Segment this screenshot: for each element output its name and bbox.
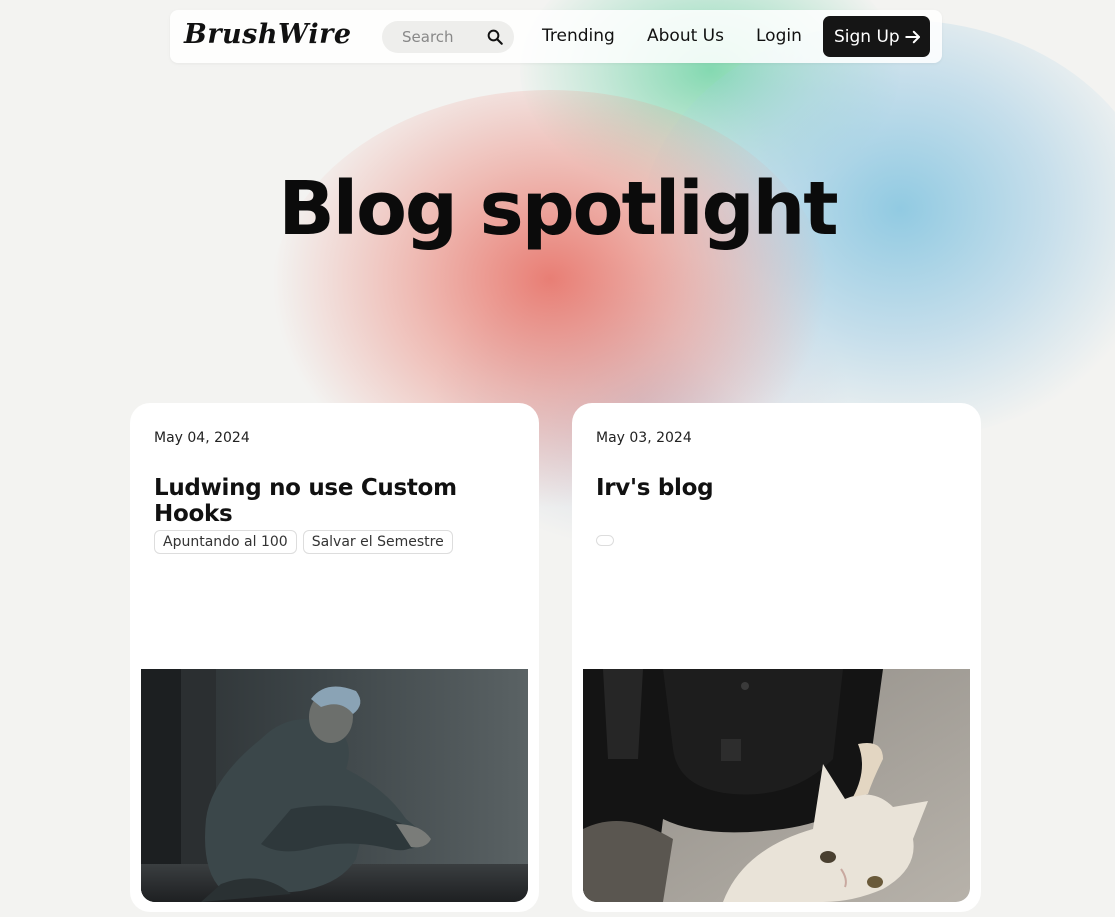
post-cover-image[interactable]	[141, 669, 528, 902]
brand-logo[interactable]: BrushWire	[184, 19, 352, 50]
nav-link-login[interactable]: Login	[756, 26, 802, 46]
cat-photo-icon	[583, 669, 970, 902]
arrow-right-icon	[905, 30, 920, 44]
blog-card[interactable]: May 04, 2024 Ludwing no use Custom Hooks…	[130, 403, 539, 912]
sign-up-label: Sign Up	[834, 26, 900, 47]
top-navbar: BrushWire Trending About Us Login Sign U…	[170, 10, 942, 63]
post-title[interactable]: Ludwing no use Custom Hooks	[154, 475, 539, 527]
post-date: May 03, 2024	[596, 430, 692, 446]
tag-chip[interactable]: Apuntando al 100	[154, 530, 297, 554]
nav-link-about-us[interactable]: About Us	[647, 26, 724, 46]
blog-card[interactable]: May 03, 2024 Irv's blog	[572, 403, 981, 912]
sign-up-button[interactable]: Sign Up	[823, 16, 930, 57]
tag-chip[interactable]	[596, 535, 614, 546]
page-title: Blog spotlight	[278, 166, 838, 252]
post-date: May 04, 2024	[154, 430, 250, 446]
sad-man-illustration-icon	[141, 669, 528, 902]
post-cover-image[interactable]	[583, 669, 970, 902]
tag-chip[interactable]: Salvar el Semestre	[302, 530, 453, 554]
post-tags	[596, 530, 614, 546]
search-box	[382, 21, 514, 53]
search-input[interactable]	[402, 28, 484, 46]
post-title[interactable]: Irv's blog	[596, 475, 714, 501]
nav-link-trending[interactable]: Trending	[542, 26, 615, 46]
search-icon[interactable]	[486, 28, 504, 46]
post-tags: Apuntando al 100 Salvar el Semestre	[154, 530, 453, 554]
